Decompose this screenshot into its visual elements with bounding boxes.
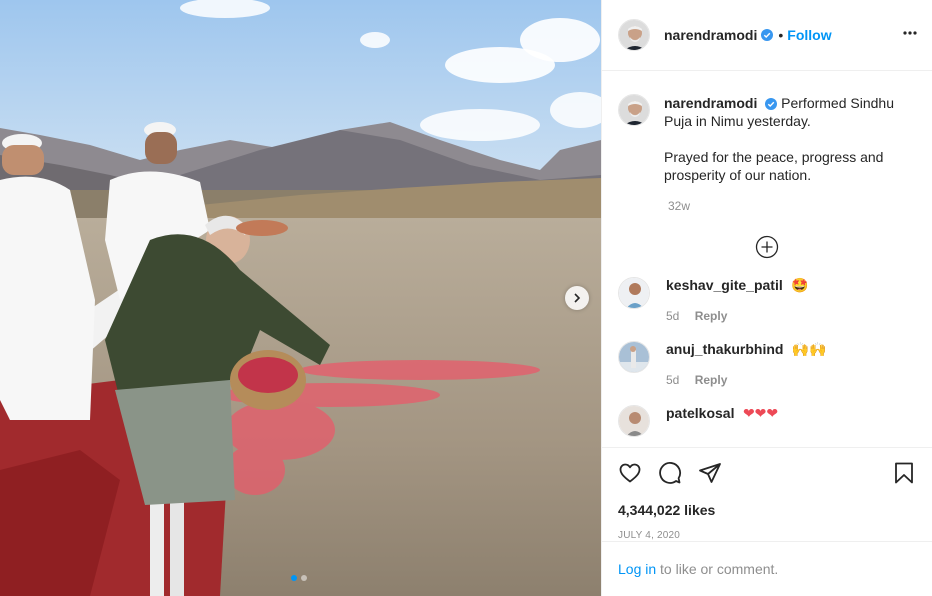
- caption-age: 32w: [668, 199, 691, 213]
- caption: narendramodi Performed Sindhu Puja in Ni…: [618, 72, 916, 184]
- plus-circle-icon: [755, 235, 779, 259]
- comment-list: keshav_gite_patil 🤩 5d Reply anuj_thakur…: [618, 277, 916, 437]
- comment-button[interactable]: [658, 461, 682, 485]
- reply-button[interactable]: Reply: [695, 309, 728, 323]
- caption-avatar[interactable]: [618, 94, 650, 126]
- save-button[interactable]: [892, 461, 916, 485]
- comment-avatar[interactable]: [618, 341, 650, 373]
- comment-username[interactable]: keshav_gite_patil: [666, 277, 783, 293]
- verified-badge-icon: [761, 29, 774, 41]
- load-more-comments-button[interactable]: [618, 235, 916, 259]
- post-sidebar: narendramodi • Follow narendramodi Perfo…: [601, 0, 932, 596]
- carousel-dot-active: [291, 575, 297, 581]
- login-link[interactable]: Log in: [618, 561, 656, 577]
- login-prompt: Log in to like or comment.: [602, 541, 932, 596]
- chevron-right-icon: [574, 293, 581, 303]
- comment-username[interactable]: patelkosal: [666, 405, 734, 421]
- carousel-dots: [291, 575, 307, 581]
- comment-avatar[interactable]: [618, 277, 650, 309]
- carousel-dot: [301, 575, 307, 581]
- login-prompt-text: to like or comment.: [656, 561, 779, 577]
- comment-text: ❤❤❤: [742, 405, 779, 421]
- post-photo[interactable]: [0, 0, 601, 596]
- like-button[interactable]: [618, 461, 642, 485]
- next-image-button[interactable]: [565, 286, 589, 310]
- photo-scene: [0, 0, 601, 596]
- comment-username[interactable]: anuj_thakurbhind: [666, 341, 783, 357]
- caption-username[interactable]: narendramodi: [664, 95, 757, 111]
- comment-age: 5d: [666, 309, 680, 323]
- post-header: narendramodi • Follow: [602, 0, 932, 71]
- more-options-icon[interactable]: [902, 25, 918, 41]
- avatar[interactable]: [618, 19, 650, 51]
- follow-button[interactable]: Follow: [787, 27, 831, 43]
- paper-plane-icon: [699, 463, 721, 483]
- caption-text-line2: Prayed for the peace, progress and prosp…: [664, 149, 884, 183]
- heart-icon: [619, 463, 641, 483]
- reply-button[interactable]: Reply: [695, 373, 728, 387]
- post-modal: narendramodi • Follow narendramodi Perfo…: [0, 0, 932, 596]
- post-date: JULY 4, 2020: [618, 530, 681, 541]
- verified-badge-icon: [765, 98, 778, 110]
- username-link[interactable]: narendramodi: [664, 27, 757, 43]
- comment-item: anuj_thakurbhind 🙌🙌 5d Reply: [618, 341, 916, 387]
- comment-text: 🙌🙌: [791, 341, 827, 357]
- comment-bubble-icon: [659, 462, 681, 484]
- comment-text: 🤩: [791, 277, 809, 293]
- comment-item: keshav_gite_patil 🤩 5d Reply: [618, 277, 916, 323]
- comment-age: 5d: [666, 373, 680, 387]
- separator-bullet: •: [778, 27, 784, 43]
- action-bar: 4,344,022 likes JULY 4, 2020: [602, 447, 932, 541]
- share-button[interactable]: [698, 461, 722, 485]
- comment-avatar[interactable]: [618, 405, 650, 437]
- comments-section[interactable]: narendramodi Performed Sindhu Puja in Ni…: [602, 72, 932, 446]
- comment-item: patelkosal ❤❤❤: [618, 405, 916, 437]
- bookmark-icon: [895, 462, 913, 484]
- likes-count[interactable]: 4,344,022 likes: [618, 502, 916, 518]
